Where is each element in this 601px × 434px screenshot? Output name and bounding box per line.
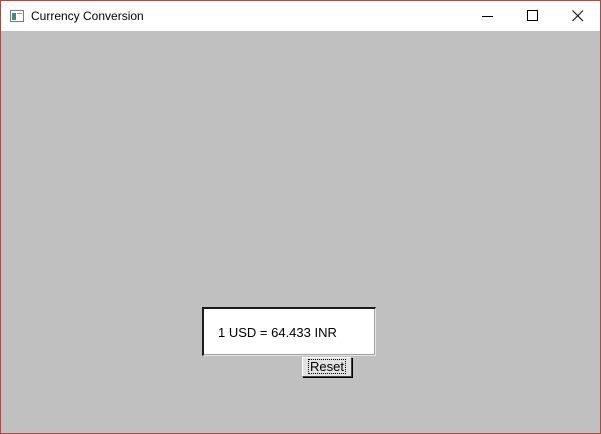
- title-bar[interactable]: Currency Conversion: [1, 1, 600, 31]
- maximize-icon: [527, 10, 538, 21]
- reset-button[interactable]: Reset: [302, 357, 352, 377]
- maximize-button[interactable]: [510, 1, 556, 31]
- conversion-result-text: 1 USD = 64.433 INR: [218, 325, 337, 340]
- close-icon: [572, 10, 584, 22]
- minimize-button[interactable]: [465, 1, 511, 31]
- app-icon[interactable]: [10, 10, 24, 22]
- client-area: 1 USD = 64.433 INR Reset: [1, 31, 600, 433]
- app-window: Currency Conversion 1 USD = 64.433 INR R…: [0, 0, 601, 434]
- minimize-icon: [482, 16, 493, 17]
- conversion-result-field[interactable]: 1 USD = 64.433 INR: [202, 307, 376, 356]
- close-button[interactable]: [555, 1, 601, 31]
- reset-button-label: Reset: [308, 359, 346, 374]
- window-title: Currency Conversion: [31, 9, 144, 23]
